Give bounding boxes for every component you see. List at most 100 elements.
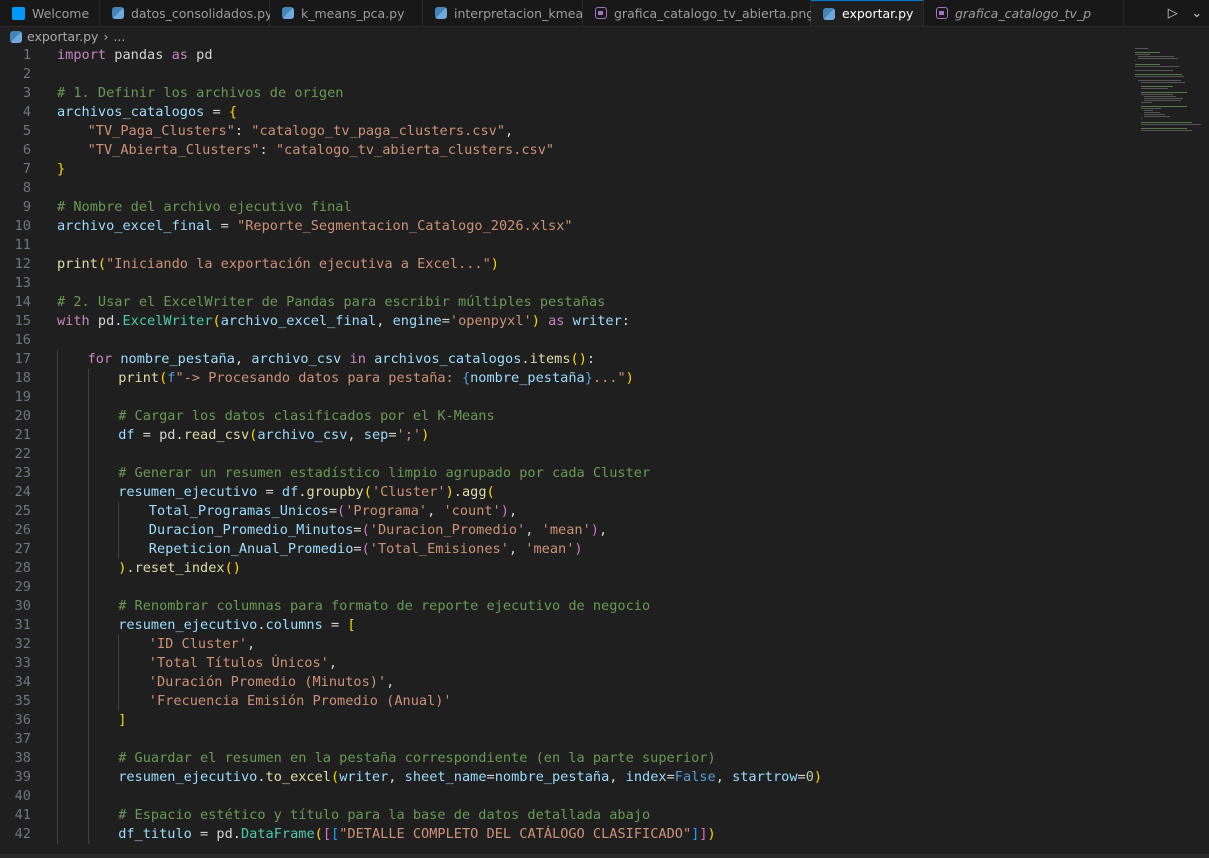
code-token: , xyxy=(347,427,364,443)
line-number: 32 xyxy=(14,636,31,652)
horizontal-scrollbar[interactable] xyxy=(0,854,1209,858)
line-number: 11 xyxy=(14,237,31,253)
code-token: # Generar un resumen estadístico limpio … xyxy=(118,465,651,481)
code-line[interactable]: 8 xyxy=(0,179,1120,198)
tab-exportar-py[interactable]: exportar.py× xyxy=(811,0,938,26)
python-icon xyxy=(282,7,294,19)
code-line[interactable]: 15 with pd.ExcelWriter(archivo_excel_fina… xyxy=(0,312,1120,331)
code-token: Total_Programas_Unicos xyxy=(148,503,329,519)
code-line[interactable]: 40 xyxy=(0,787,1120,806)
code-line[interactable]: 37 xyxy=(0,730,1120,749)
code-line[interactable]: 39 resumen_ejecutivo.to_excel(writer, she… xyxy=(0,768,1120,787)
code-line[interactable]: 10 archivo_excel_final = "Reporte_Segment… xyxy=(0,217,1120,236)
code-line[interactable]: 25 Total_Programas_Unicos=('Programa', 'c… xyxy=(0,502,1120,521)
code-line[interactable]: 41 # Espacio estético y título para la ba… xyxy=(0,806,1120,825)
code-line[interactable]: 28).reset_index() xyxy=(0,559,1120,578)
code-line[interactable]: 42 df_titulo = pd.DataFrame([["DETALLE CO… xyxy=(0,825,1120,844)
code-token: = xyxy=(322,617,348,633)
minimap-line xyxy=(1141,82,1186,83)
breadcrumb-symbols[interactable]: ... xyxy=(113,29,125,44)
code-line[interactable]: 1 import pandas as pd xyxy=(0,46,1120,65)
code-line[interactable]: 23 # Generar un resumen estadístico limpi… xyxy=(0,464,1120,483)
code-line[interactable]: 9 # Nombre del archivo ejecutivo final xyxy=(0,198,1120,217)
code-token: 0 xyxy=(805,769,814,785)
code-text: archivo_excel_final = "Reporte_Segmentac… xyxy=(57,217,573,236)
code-line[interactable]: 27 Repeticion_Anual_Promedio=('Total_Emis… xyxy=(0,540,1120,559)
breadcrumb-file[interactable]: exportar.py xyxy=(27,29,98,44)
line-number: 16 xyxy=(14,332,31,348)
minimap-line xyxy=(1141,108,1162,109)
code-line[interactable]: 21 df = pd.read_csv(archivo_csv, sep=';') xyxy=(0,426,1120,445)
code-token: 'mean' xyxy=(541,522,591,538)
code-editor[interactable]: 1 import pandas as pd 2 3 # 1. Definir los a… xyxy=(0,46,1209,858)
code-token: ) xyxy=(421,427,430,443)
code-line[interactable]: 2 xyxy=(0,65,1120,84)
code-line[interactable]: 6 "TV_Abierta_Clusters": "catalogo_tv_abi… xyxy=(0,141,1120,160)
code-token: groupby xyxy=(306,484,364,500)
code-text: 'ID Cluster', xyxy=(149,635,255,654)
code-token: # 2. Usar el ExcelWriter de Pandas para … xyxy=(57,294,606,310)
code-text: ).reset_index() xyxy=(118,559,241,578)
minimap-line xyxy=(1144,116,1170,117)
code-line[interactable]: 24 resumen_ejecutivo = df.groupby('Cluste… xyxy=(0,483,1120,502)
code-line[interactable]: 34 'Duración Promedio (Minutos)', xyxy=(0,673,1120,692)
code-line[interactable]: 38 # Guardar el resumen en la pestaña cor… xyxy=(0,749,1120,768)
tab-interpretacion-kmeans[interactable]: interpretacion_kmeans xyxy=(423,0,598,26)
code-token: = xyxy=(353,522,362,538)
code-token: ) xyxy=(574,541,583,557)
code-token: ( xyxy=(361,522,370,538)
code-line[interactable]: 18 print(f"-> Procesando datos para pesta… xyxy=(0,369,1120,388)
code-line[interactable]: 36] xyxy=(0,711,1120,730)
code-line[interactable]: 35 'Frecuencia Emisión Promedio (Anual)' xyxy=(0,692,1120,711)
code-line[interactable]: 29 xyxy=(0,578,1120,597)
code-token: "catalogo_tv_paga_clusters.csv" xyxy=(251,123,506,139)
tab-k-means-pca-py[interactable]: k_means_pca.py xyxy=(270,0,423,26)
minimap[interactable] xyxy=(1133,46,1209,858)
code-token: [ xyxy=(331,826,340,842)
run-icon[interactable]: ▷ xyxy=(1168,6,1178,21)
line-number: 15 xyxy=(14,313,31,329)
code-token: ) xyxy=(445,484,454,500)
code-line[interactable]: 31 resumen_ejecutivo.columns = [ xyxy=(0,616,1120,635)
code-line[interactable]: 5 "TV_Paga_Clusters": "catalogo_tv_paga_c… xyxy=(0,122,1120,141)
code-token: as xyxy=(171,47,188,63)
code-text: df_titulo = pd.DataFrame([["DETALLE COMP… xyxy=(118,825,716,844)
tab-grafica-catalogo-tv-abierta-png[interactable]: grafica_catalogo_tv_abierta.png xyxy=(583,0,814,26)
code-text: archivos_catalogos = { xyxy=(57,103,237,122)
tab-welcome[interactable]: Welcome xyxy=(0,0,100,26)
code-line[interactable]: 26 Duracion_Promedio_Minutos=('Duracion_P… xyxy=(0,521,1120,540)
line-number: 8 xyxy=(22,180,31,196)
code-token: [ xyxy=(322,826,332,842)
code-text: 'Duración Promedio (Minutos)', xyxy=(149,673,395,692)
code-line[interactable]: 7} xyxy=(0,160,1120,179)
chevron-down-icon[interactable]: ⌄ xyxy=(1191,6,1202,21)
code-line[interactable]: 20 # Cargar los datos clasificados por el… xyxy=(0,407,1120,426)
code-token: ( xyxy=(97,256,107,272)
code-token: = xyxy=(134,427,160,443)
code-token: pd. xyxy=(159,427,184,443)
code-line[interactable]: 32 'ID Cluster', xyxy=(0,635,1120,654)
code-line[interactable]: 33 'Total Títulos Únicos', xyxy=(0,654,1120,673)
code-line[interactable]: 30 # Renombrar columnas para formato de r… xyxy=(0,597,1120,616)
code-line[interactable]: 3 # 1. Definir los archivos de origen xyxy=(0,84,1120,103)
indent-guide xyxy=(57,350,58,844)
code-line[interactable]: 13 xyxy=(0,274,1120,293)
code-line[interactable]: 17 for nombre_pestaña, archivo_csv in arc… xyxy=(0,350,1120,369)
code-token: : xyxy=(586,351,596,367)
code-text: for nombre_pestaña, archivo_csv in archi… xyxy=(88,350,595,369)
code-line[interactable]: 4 archivos_catalogos = { xyxy=(0,103,1120,122)
minimap-line xyxy=(1141,106,1187,107)
tab-grafica-catalogo-tv-p[interactable]: grafica_catalogo_tv_p xyxy=(924,0,1124,26)
code-token: ) xyxy=(531,313,540,329)
code-line[interactable]: 22 xyxy=(0,445,1120,464)
code-line[interactable]: 11 xyxy=(0,236,1120,255)
code-line[interactable]: 12 print("Iniciando la exportación ejecut… xyxy=(0,255,1120,274)
tab-datos-consolidados-py[interactable]: datos_consolidados.py xyxy=(100,0,272,26)
minimap-line xyxy=(1135,74,1182,75)
code-line[interactable]: 19 xyxy=(0,388,1120,407)
code-line[interactable]: 14 # 2. Usar el ExcelWriter de Pandas par… xyxy=(0,293,1120,312)
code-token: 'Duración Promedio (Minutos)' xyxy=(148,674,387,690)
code-line[interactable]: 16 xyxy=(0,331,1120,350)
code-token: archivo_csv xyxy=(251,351,342,367)
code-token: { xyxy=(461,370,471,386)
